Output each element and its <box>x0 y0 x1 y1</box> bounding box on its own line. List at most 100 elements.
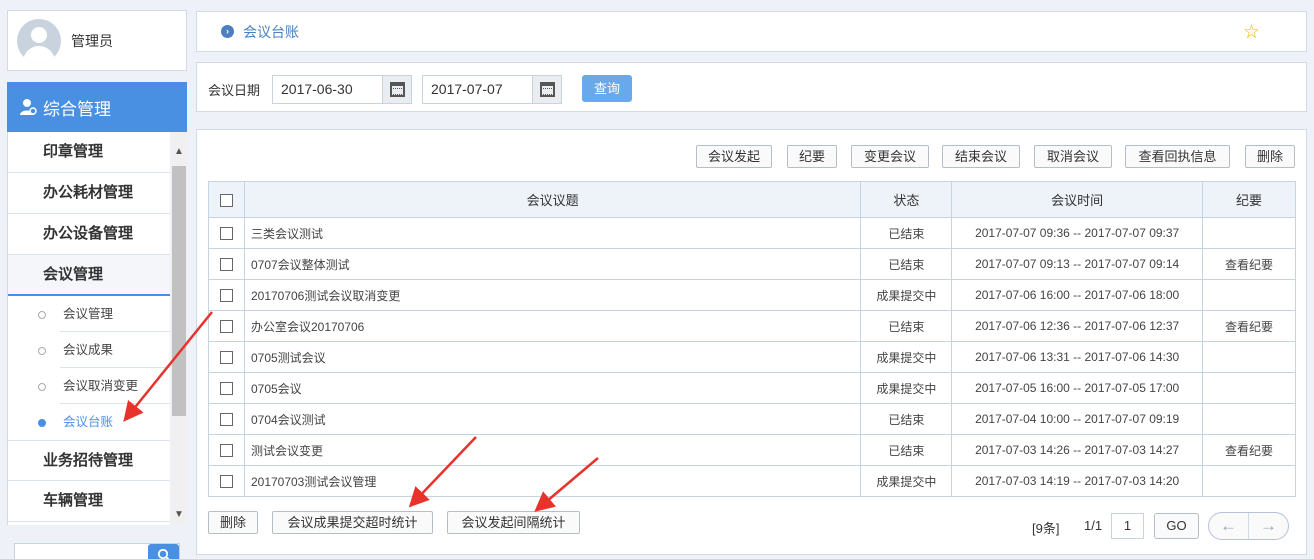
bullet-icon <box>38 383 46 391</box>
meeting-time: 2017-07-06 12:36 -- 2017-07-06 12:37 <box>951 310 1204 342</box>
meeting-time: 2017-07-06 16:00 -- 2017-07-06 18:00 <box>951 279 1204 311</box>
go-button[interactable]: GO <box>1154 513 1199 539</box>
date-to-picker[interactable] <box>532 75 562 104</box>
meeting-status: 成果提交中 <box>860 279 953 311</box>
view-receipt-button[interactable]: 查看回执信息 <box>1125 145 1230 168</box>
breadcrumb-current[interactable]: 会议台账 <box>243 22 299 42</box>
meeting-title[interactable]: 0707会议整体测试 <box>243 248 862 280</box>
column-header-title[interactable]: 会议议题 <box>243 181 862 218</box>
sidebar-subitem-label: 会议管理 <box>63 307 114 321</box>
query-button[interactable]: 查询 <box>582 75 632 102</box>
arrow-left-icon[interactable]: ← <box>1209 513 1249 539</box>
table-row[interactable]: 0705会议 成果提交中 2017-07-05 16:00 -- 2017-07-0… <box>208 372 1296 404</box>
meeting-time: 2017-07-03 14:26 -- 2017-07-03 14:27 <box>951 434 1204 466</box>
meeting-time: 2017-07-05 16:00 -- 2017-07-05 17:00 <box>951 372 1204 404</box>
view-minutes-link[interactable]: 查看纪要 <box>1202 434 1296 466</box>
meeting-title[interactable]: 测试会议变更 <box>243 434 862 466</box>
table-row[interactable]: 20170703测试会议管理 成果提交中 2017-07-03 14:19 -- 2… <box>208 465 1296 497</box>
meeting-title[interactable]: 0705测试会议 <box>243 341 862 373</box>
row-select-cell <box>208 465 245 497</box>
chevron-right-icon: › <box>221 25 234 38</box>
view-minutes-link <box>1202 465 1296 497</box>
meeting-title[interactable]: 20170703测试会议管理 <box>243 465 862 497</box>
sidebar-item-meeting[interactable]: 会议管理 <box>8 255 170 296</box>
table-row[interactable]: 0705测试会议 成果提交中 2017-07-06 13:31 -- 2017-07… <box>208 341 1296 373</box>
calendar-icon <box>390 82 405 97</box>
end-meeting-button[interactable]: 结束会议 <box>942 145 1020 168</box>
breadcrumb: › 会议台账 ☆ <box>196 11 1307 52</box>
change-meeting-button[interactable]: 变更会议 <box>851 145 929 168</box>
meeting-time: 2017-07-04 10:00 -- 2017-07-07 09:19 <box>951 403 1204 435</box>
sidebar-subitem-meeting-results[interactable]: 会议成果 <box>8 332 170 368</box>
column-header-minutes[interactable]: 纪要 <box>1202 181 1296 218</box>
sidebar-item-supplies[interactable]: 办公耗材管理 <box>8 173 170 214</box>
meeting-status: 已结束 <box>860 217 953 249</box>
page-number-input[interactable]: 1 <box>1111 513 1144 539</box>
view-minutes-link[interactable]: 查看纪要 <box>1202 248 1296 280</box>
sidebar-subitem-meeting-cancel[interactable]: 会议取消变更 <box>8 368 170 404</box>
sidebar-scrollbar[interactable]: ▲ ▼ <box>171 132 187 525</box>
row-checkbox[interactable] <box>219 444 233 458</box>
sidebar-item-reception[interactable]: 业务招待管理 <box>8 440 170 481</box>
meeting-title[interactable]: 0705会议 <box>243 372 862 404</box>
meeting-table: 会议议题 状态 会议时间 纪要 三类会议测试 已结束 2017-07-07 09:3… <box>208 181 1296 497</box>
sidebar-item-seal[interactable]: 印章管理 <box>8 132 170 173</box>
row-checkbox[interactable] <box>219 475 233 489</box>
row-select-cell <box>208 217 245 249</box>
sidebar-subitem-meeting-ledger[interactable]: 会议台账 <box>8 404 170 440</box>
arrow-right-icon[interactable]: → <box>1249 513 1288 539</box>
cancel-meeting-button[interactable]: 取消会议 <box>1034 145 1112 168</box>
meeting-title[interactable]: 办公室会议20170706 <box>243 310 862 342</box>
meeting-status: 成果提交中 <box>860 465 953 497</box>
minutes-button[interactable]: 纪要 <box>787 145 837 168</box>
chevron-up-icon[interactable]: ▲ <box>171 144 187 160</box>
row-checkbox[interactable] <box>219 382 233 396</box>
meeting-title[interactable]: 20170706测试会议取消变更 <box>243 279 862 311</box>
row-checkbox[interactable] <box>219 320 233 334</box>
meeting-title[interactable]: 三类会议测试 <box>243 217 862 249</box>
delete-button[interactable]: 删除 <box>1245 145 1295 168</box>
search-icon <box>157 548 169 559</box>
table-body: 三类会议测试 已结束 2017-07-07 09:36 -- 2017-07-07 … <box>208 217 1296 497</box>
scrollbar-thumb[interactable] <box>172 166 186 416</box>
table-row[interactable]: 0707会议整体测试 已结束 2017-07-07 09:13 -- 2017-07… <box>208 248 1296 280</box>
row-select-cell <box>208 248 245 280</box>
table-header-row: 会议议题 状态 会议时间 纪要 <box>208 181 1296 218</box>
meeting-status: 已结束 <box>860 310 953 342</box>
date-from-picker[interactable] <box>382 75 412 104</box>
footer-delete-button[interactable]: 删除 <box>208 511 258 534</box>
sidebar-subitem-meeting-manage[interactable]: 会议管理 <box>8 296 170 332</box>
row-checkbox[interactable] <box>219 413 233 427</box>
timeout-stats-button[interactable]: 会议成果提交超时统计 <box>272 511 433 534</box>
table-row[interactable]: 测试会议变更 已结束 2017-07-03 14:26 -- 2017-07-03 … <box>208 434 1296 466</box>
search-button[interactable] <box>148 544 179 559</box>
meeting-title[interactable]: 0704会议测试 <box>243 403 862 435</box>
row-checkbox[interactable] <box>219 258 233 272</box>
star-icon[interactable]: ☆ <box>1243 21 1260 44</box>
interval-stats-button[interactable]: 会议发起间隔统计 <box>447 511 580 534</box>
date-to-input[interactable]: 2017-07-07 <box>422 75 533 104</box>
bullet-icon <box>38 311 46 319</box>
row-checkbox[interactable] <box>219 351 233 365</box>
meeting-ledger-panel: 会议发起 纪要 变更会议 结束会议 取消会议 查看回执信息 删除 会议议题 状态… <box>196 129 1307 555</box>
table-row[interactable]: 0704会议测试 已结束 2017-07-04 10:00 -- 2017-07-0… <box>208 403 1296 435</box>
view-minutes-link[interactable]: 查看纪要 <box>1202 310 1296 342</box>
select-all-checkbox[interactable] <box>219 194 233 208</box>
row-checkbox[interactable] <box>219 289 233 303</box>
table-row[interactable]: 三类会议测试 已结束 2017-07-07 09:36 -- 2017-07-07 … <box>208 217 1296 249</box>
start-meeting-button[interactable]: 会议发起 <box>696 145 772 168</box>
date-from-input[interactable]: 2017-06-30 <box>272 75 383 104</box>
sidebar-subitem-label: 会议取消变更 <box>63 379 139 393</box>
row-checkbox[interactable] <box>219 227 233 241</box>
pager-count: [9条] <box>1032 521 1060 536</box>
sidebar-item-vehicle[interactable]: 车辆管理 <box>8 481 170 522</box>
table-row[interactable]: 办公室会议20170706 已结束 2017-07-06 12:36 -- 2017… <box>208 310 1296 342</box>
column-header-status[interactable]: 状态 <box>860 181 953 218</box>
sidebar-item-equipment[interactable]: 办公设备管理 <box>8 214 170 255</box>
avatar[interactable] <box>17 18 61 63</box>
nav-section-header[interactable]: 综合管理 <box>7 82 187 132</box>
column-header-time[interactable]: 会议时间 <box>951 181 1204 218</box>
table-row[interactable]: 20170706测试会议取消变更 成果提交中 2017-07-06 16:00 --… <box>208 279 1296 311</box>
chevron-down-icon[interactable]: ▼ <box>171 507 187 523</box>
calendar-icon <box>540 82 555 97</box>
